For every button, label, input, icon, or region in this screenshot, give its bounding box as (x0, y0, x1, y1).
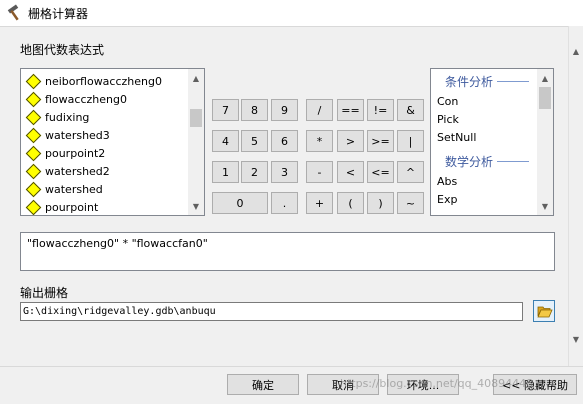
layer-item-label: watershed2 (45, 164, 110, 178)
scroll-down-icon[interactable]: ▼ (537, 199, 553, 213)
calc-key-operator[interactable]: <= (367, 161, 394, 183)
window-title: 栅格计算器 (28, 7, 89, 21)
calc-key-4[interactable]: 4 (212, 130, 239, 152)
function-group-title: 条件分析 (445, 75, 494, 89)
hammer-icon (7, 4, 19, 21)
layer-item-label: pourpoint (45, 200, 99, 214)
calc-key-2[interactable]: 2 (241, 161, 268, 183)
calc-key-operator[interactable]: ( (337, 192, 364, 214)
browse-button[interactable] (533, 300, 555, 322)
calc-key-1[interactable]: 1 (212, 161, 239, 183)
calc-key-operator[interactable]: == (337, 99, 364, 121)
function-group-title: 数学分析 (445, 155, 494, 169)
layer-item[interactable]: watershed (25, 180, 103, 198)
layer-list[interactable]: neiborflowacczheng0 flowacczheng0 fudixing… (20, 68, 205, 216)
calc-key-operator[interactable]: ~ (397, 192, 424, 214)
scroll-down-icon[interactable]: ▼ (569, 332, 583, 346)
layer-item[interactable]: flowacczheng0 (25, 90, 127, 108)
raster-layer-icon (25, 145, 42, 161)
expression-section-label: 地图代数表达式 (20, 43, 105, 57)
title-bar: 栅格计算器 (0, 0, 583, 26)
calc-key-operator[interactable]: ^ (397, 161, 424, 183)
group-divider (497, 161, 530, 162)
calc-key-operator[interactable]: ) (367, 192, 394, 214)
calc-key-operator[interactable]: != (367, 99, 394, 121)
ok-button[interactable]: 确定 (227, 374, 299, 395)
calc-key-operator[interactable]: + (306, 192, 333, 214)
layer-item[interactable]: fudixing (25, 108, 89, 126)
function-group-header: 条件分析 (445, 73, 530, 90)
scroll-up-icon[interactable]: ▲ (537, 71, 553, 85)
dialog-scrollbar[interactable]: ▲ ▼ (568, 26, 583, 366)
calc-key-8[interactable]: 8 (241, 99, 268, 121)
raster-layer-icon (25, 199, 42, 215)
calc-key-7[interactable]: 7 (212, 99, 239, 121)
folder-open-icon (537, 306, 553, 318)
raster-layer-icon (25, 181, 42, 197)
layer-item[interactable]: pourpoint2 (25, 144, 105, 162)
scroll-up-icon[interactable]: ▲ (569, 44, 583, 58)
function-item[interactable]: Abs (437, 175, 457, 188)
layer-item[interactable]: pourpoint (25, 198, 99, 215)
layer-item[interactable]: watershed3 (25, 126, 110, 144)
output-raster-value: G:\dixing\ridgevalley.gdb\anbuqu (23, 306, 216, 317)
layer-item-label: flowacczheng0 (45, 92, 127, 106)
scroll-up-icon[interactable]: ▲ (188, 71, 204, 85)
layer-item-label: watershed (45, 182, 103, 196)
raster-layer-icon (25, 73, 42, 89)
calc-key-operator[interactable]: | (397, 130, 424, 152)
expression-textbox[interactable]: "flowacczheng0" * "flowaccfan0" (20, 232, 555, 271)
expression-text: "flowacczheng0" * "flowaccfan0" (27, 237, 208, 250)
layer-item-label: pourpoint2 (45, 146, 106, 160)
function-group-header: 数学分析 (445, 153, 530, 170)
scroll-thumb[interactable] (190, 109, 202, 127)
calc-key-operator[interactable]: - (306, 161, 333, 183)
calc-key-operator[interactable]: >= (367, 130, 394, 152)
calc-key-0[interactable]: 0 (212, 192, 268, 214)
raster-layer-icon (25, 127, 42, 143)
scroll-thumb[interactable] (539, 87, 551, 109)
calc-key-3[interactable]: 3 (271, 161, 298, 183)
calc-key-operator[interactable]: > (337, 130, 364, 152)
group-divider (497, 81, 530, 82)
output-raster-field[interactable]: G:\dixing\ridgevalley.gdb\anbuqu (20, 302, 523, 321)
function-list-scrollbar[interactable]: ▲ ▼ (537, 69, 553, 215)
layer-item-label: neiborflowacczheng0 (45, 74, 162, 88)
calc-key-5[interactable]: 5 (241, 130, 268, 152)
calc-key-9[interactable]: 9 (271, 99, 298, 121)
function-list[interactable]: 条件分析 Con Pick SetNull 数学分析 Abs Exp ▲ ▼ (430, 68, 554, 216)
raster-layer-icon (25, 91, 42, 107)
calc-key-operator[interactable]: * (306, 130, 333, 152)
function-item[interactable]: Con (437, 95, 458, 108)
scroll-down-icon[interactable]: ▼ (188, 199, 204, 213)
raster-layer-icon (25, 109, 42, 125)
calc-key-operator[interactable]: < (337, 161, 364, 183)
calc-key-dot[interactable]: . (271, 192, 298, 214)
function-item[interactable]: SetNull (437, 131, 476, 144)
function-item[interactable]: Exp (437, 193, 457, 206)
output-label: 输出栅格 (20, 286, 69, 300)
raster-layer-icon (25, 163, 42, 179)
layer-list-scrollbar[interactable]: ▲ ▼ (188, 69, 204, 215)
layer-item[interactable]: watershed2 (25, 162, 110, 180)
layer-item-label: fudixing (45, 110, 90, 124)
watermark-text: https://blog.csdn.net/qq_40894448 (340, 377, 534, 390)
layer-item-label: watershed3 (45, 128, 110, 142)
calc-key-operator[interactable]: & (397, 99, 424, 121)
function-item[interactable]: Pick (437, 113, 459, 126)
calc-key-operator[interactable]: / (306, 99, 333, 121)
calc-key-6[interactable]: 6 (271, 130, 298, 152)
layer-item[interactable]: neiborflowacczheng0 (25, 72, 162, 90)
